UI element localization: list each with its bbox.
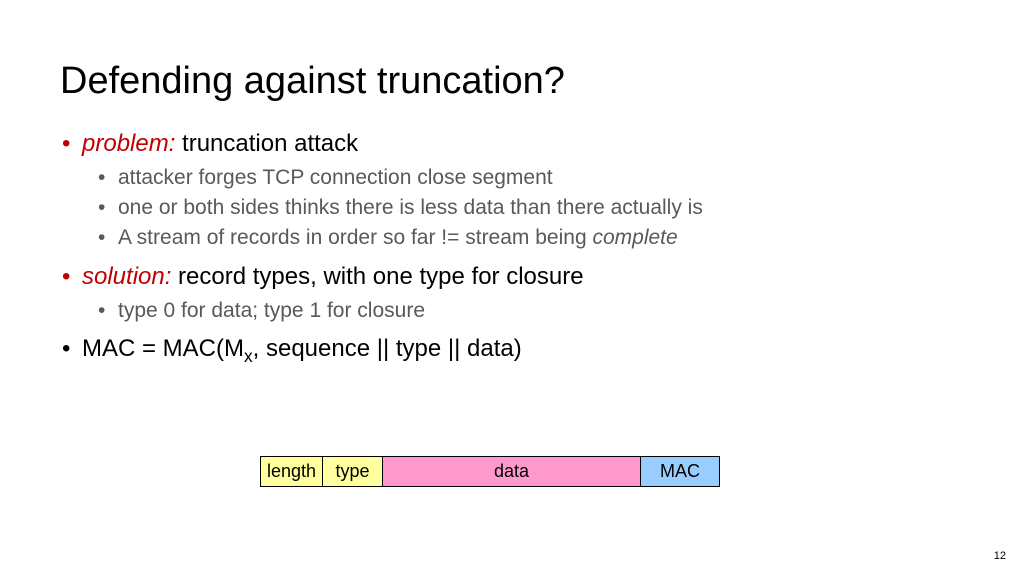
record-mac: MAC	[641, 457, 719, 486]
solution-lead: solution:	[82, 263, 171, 290]
problem-sublist: attacker forges TCP connection close seg…	[82, 163, 964, 254]
record-data: data	[383, 457, 641, 486]
record-length: length	[261, 457, 323, 486]
bullet-mac: MAC = MAC(Mx, sequence || type || data)	[82, 332, 964, 368]
mac-pre: MAC = MAC(M	[82, 335, 244, 362]
problem-sub-3b: complete	[592, 226, 677, 249]
solution-sub-1: type 0 for data; type 1 for closure	[118, 296, 964, 326]
solution-sublist: type 0 for data; type 1 for closure	[82, 296, 964, 326]
mac-post: , sequence || type || data)	[253, 335, 522, 362]
bullet-solution: solution: record types, with one type fo…	[82, 260, 964, 326]
bullet-list: problem: truncation attack attacker forg…	[60, 127, 964, 368]
problem-rest: truncation attack	[175, 130, 358, 157]
record-diagram: length type data MAC	[260, 456, 720, 487]
problem-lead: problem:	[82, 130, 175, 157]
problem-sub-3: A stream of records in order so far != s…	[118, 223, 964, 253]
problem-sub-1: attacker forges TCP connection close seg…	[118, 163, 964, 193]
bullet-problem: problem: truncation attack attacker forg…	[82, 127, 964, 254]
problem-sub-2: one or both sides thinks there is less d…	[118, 193, 964, 223]
solution-rest: record types, with one type for closure	[171, 263, 583, 290]
record-type: type	[323, 457, 383, 486]
mac-sub: x	[244, 346, 253, 366]
problem-sub-3a: A stream of records in order so far != s…	[118, 226, 592, 249]
page-number: 12	[994, 550, 1006, 562]
slide-title: Defending against truncation?	[60, 60, 964, 103]
